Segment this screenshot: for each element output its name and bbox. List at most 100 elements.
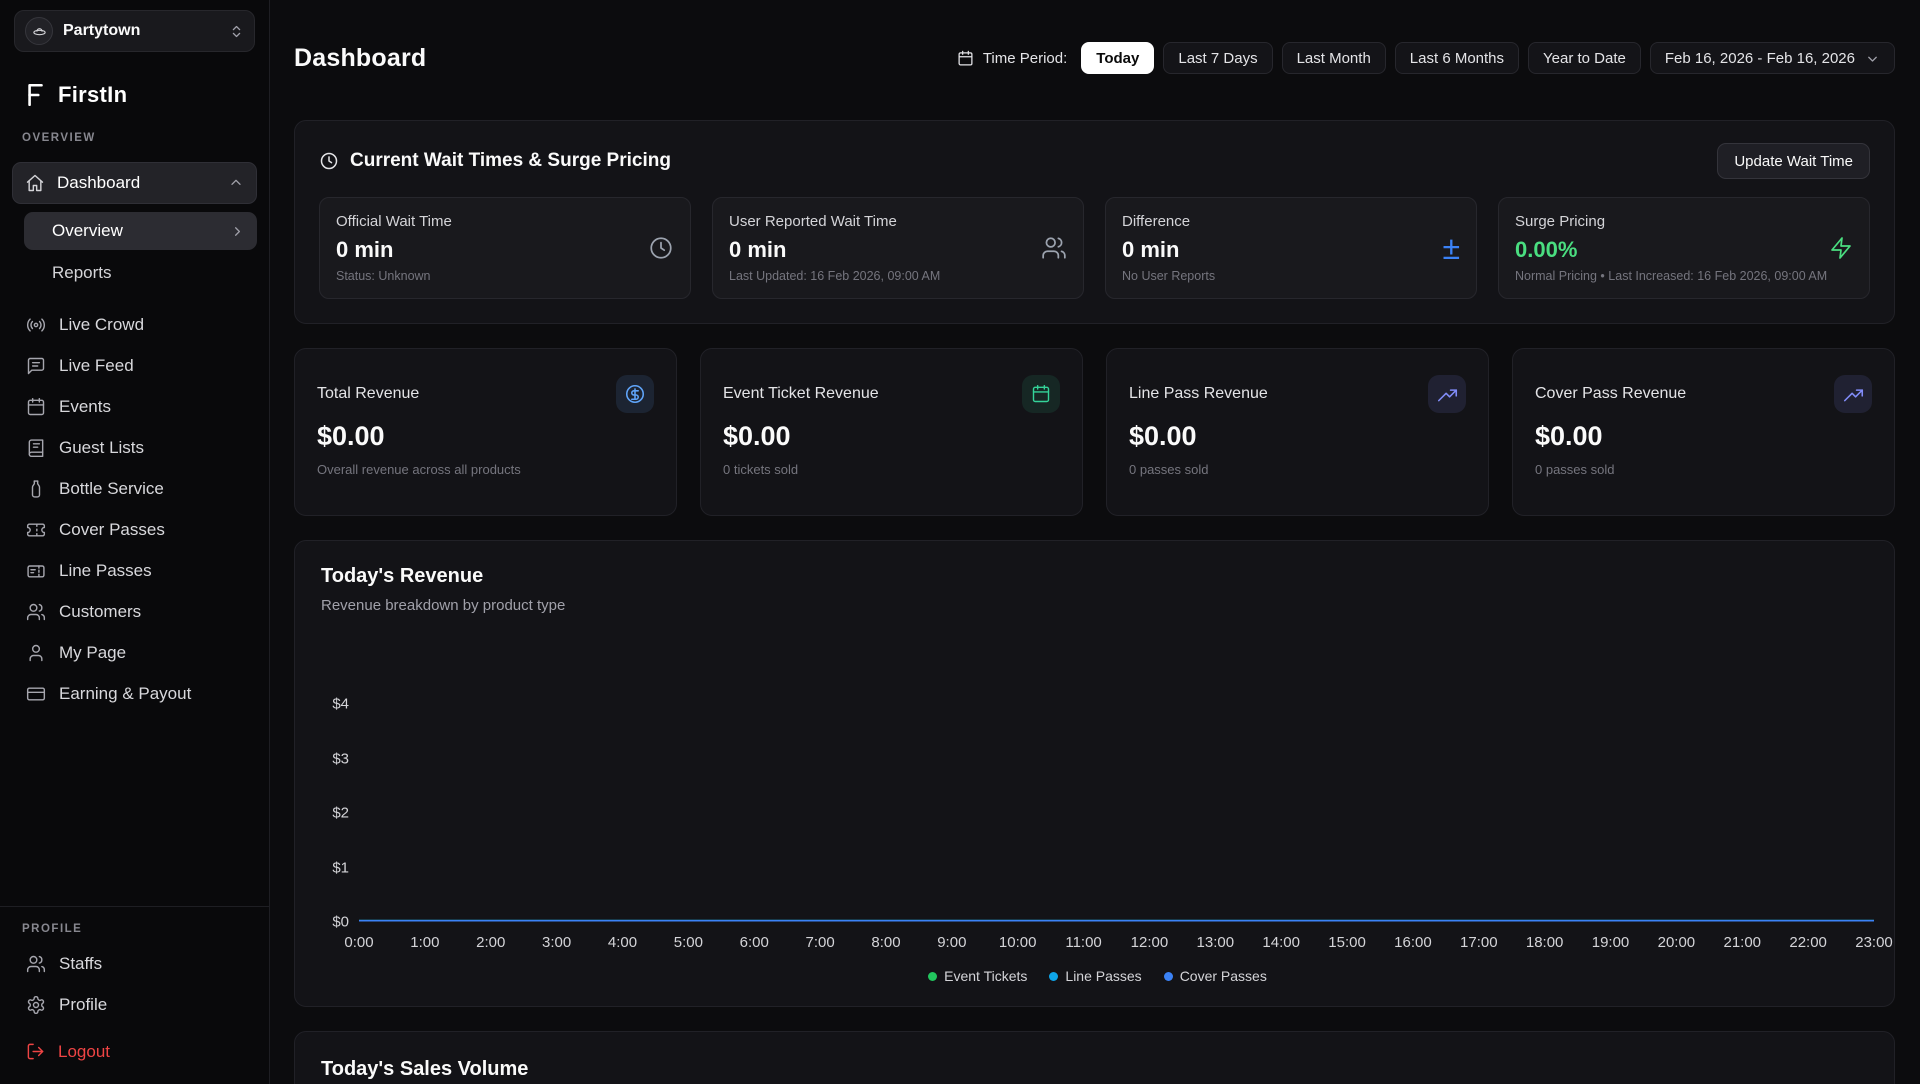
y-tick-label: $2 xyxy=(332,805,349,822)
sidebar-item-label: Cover Passes xyxy=(59,520,165,540)
chevron-up-icon xyxy=(228,175,244,191)
x-tick-label: 11:00 xyxy=(1065,934,1101,951)
x-tick-label: 6:00 xyxy=(740,934,769,951)
sidebar-item-label: Live Feed xyxy=(59,356,134,376)
main-content: Dashboard Time Period: Today Last 7 Days… xyxy=(270,0,1920,1084)
users-icon xyxy=(1041,235,1067,261)
surge-pricing-value: 0.00% xyxy=(1515,237,1853,263)
todays-revenue-panel: Today's Revenue Revenue breakdown by pro… xyxy=(294,540,1895,1007)
legend-item: Cover Passes xyxy=(1164,968,1267,984)
x-tick-label: 15:00 xyxy=(1328,934,1366,951)
chart-title: Today's Revenue xyxy=(321,565,1874,588)
chart-plot-area xyxy=(359,704,1874,922)
difference-value: 0 min xyxy=(1122,237,1460,263)
x-tick-label: 21:00 xyxy=(1723,934,1761,951)
sidebar-item-profile[interactable]: Profile xyxy=(0,984,269,1025)
y-tick-label: $4 xyxy=(332,696,349,713)
sidebar-item-customers[interactable]: Customers xyxy=(0,591,269,632)
x-tick-label: 3:00 xyxy=(542,934,571,951)
legend-label: Event Tickets xyxy=(944,968,1027,984)
sidebar-item-label: Bottle Service xyxy=(59,479,164,499)
sidebar-item-cover-passes[interactable]: Cover Passes xyxy=(0,509,269,550)
house-icon xyxy=(25,173,45,193)
x-tick-label: 20:00 xyxy=(1658,934,1696,951)
line-pass-revenue-card: Line Pass Revenue $0.00 0 passes sold xyxy=(1106,348,1489,516)
sidebar-item-earning-payout[interactable]: Earning & Payout xyxy=(0,673,269,714)
y-tick-label: $0 xyxy=(332,914,349,931)
legend-item: Line Passes xyxy=(1049,968,1141,984)
sidebar-item-live-feed[interactable]: Live Feed xyxy=(0,345,269,386)
x-tick-label: 7:00 xyxy=(805,934,834,951)
sales-volume-title: Today's Sales Volume xyxy=(321,1058,1868,1081)
legend-label: Line Passes xyxy=(1065,968,1141,984)
legend-dot-icon xyxy=(1164,972,1173,981)
logout-icon xyxy=(26,1042,45,1061)
sidebar-item-reports[interactable]: Reports xyxy=(24,254,257,292)
user-reported-wait-time-value: 0 min xyxy=(729,237,1067,263)
lightning-icon xyxy=(1829,236,1853,260)
cover-pass-revenue-card: Cover Pass Revenue $0.00 0 passes sold xyxy=(1512,348,1895,516)
period-button-last-6-months[interactable]: Last 6 Months xyxy=(1395,42,1519,74)
trending-up-icon xyxy=(1834,375,1872,413)
logout-button[interactable]: Logout xyxy=(0,1031,269,1072)
clock-icon xyxy=(648,235,674,261)
x-tick-label: 4:00 xyxy=(608,934,637,951)
sidebar-item-dashboard[interactable]: Dashboard xyxy=(12,162,257,204)
broadcast-icon xyxy=(26,315,46,335)
time-period-controls: Time Period: Today Last 7 Days Last Mont… xyxy=(957,42,1895,74)
x-tick-label: 23:00 xyxy=(1855,934,1893,951)
sidebar-item-label: Events xyxy=(59,397,111,417)
sidebar-item-label: Overview xyxy=(52,221,123,241)
x-tick-label: 12:00 xyxy=(1131,934,1169,951)
sidebar-nav: Live Crowd Live Feed Events Guest Lists … xyxy=(0,304,269,714)
x-tick-label: 16:00 xyxy=(1394,934,1432,951)
x-tick-label: 17:00 xyxy=(1460,934,1498,951)
sidebar-item-staffs[interactable]: Staffs xyxy=(0,943,269,984)
sidebar-item-bottle-service[interactable]: Bottle Service xyxy=(0,468,269,509)
workspace-switcher[interactable]: Partytown xyxy=(14,10,255,52)
total-revenue-value: $0.00 xyxy=(317,421,654,452)
sidebar-item-label: My Page xyxy=(59,643,126,663)
wait-panel-title: Current Wait Times & Surge Pricing xyxy=(319,150,671,172)
period-button-year-to-date[interactable]: Year to Date xyxy=(1528,42,1641,74)
pass-card-icon xyxy=(26,561,46,581)
ticket-icon xyxy=(26,520,46,540)
sidebar-item-label: Guest Lists xyxy=(59,438,144,458)
workspace-logo-icon xyxy=(25,17,53,45)
y-tick-label: $3 xyxy=(332,750,349,767)
line-pass-revenue-value: $0.00 xyxy=(1129,421,1466,452)
calendar-icon xyxy=(1022,375,1060,413)
section-label-overview: OVERVIEW xyxy=(0,108,269,152)
sidebar-item-events[interactable]: Events xyxy=(0,386,269,427)
sidebar-item-guest-lists[interactable]: Guest Lists xyxy=(0,427,269,468)
calendar-icon xyxy=(957,50,974,67)
sidebar-item-live-crowd[interactable]: Live Crowd xyxy=(0,304,269,345)
sidebar-item-label: Profile xyxy=(59,995,107,1015)
x-tick-label: 8:00 xyxy=(871,934,900,951)
date-range-picker[interactable]: Feb 16, 2026 - Feb 16, 2026 xyxy=(1650,42,1895,74)
topbar: Dashboard Time Period: Today Last 7 Days… xyxy=(294,42,1895,74)
sidebar-item-label: Line Passes xyxy=(59,561,152,581)
chevron-up-down-icon xyxy=(229,24,244,39)
brand: FirstIn xyxy=(0,52,269,108)
chevron-right-icon xyxy=(230,224,245,239)
period-button-last-7-days[interactable]: Last 7 Days xyxy=(1163,42,1272,74)
x-tick-label: 22:00 xyxy=(1789,934,1827,951)
update-wait-time-button[interactable]: Update Wait Time xyxy=(1717,143,1870,179)
wait-times-panel: Current Wait Times & Surge Pricing Updat… xyxy=(294,120,1895,324)
sidebar-item-overview[interactable]: Overview xyxy=(24,212,257,250)
message-square-icon xyxy=(26,356,46,376)
dollar-circle-icon xyxy=(616,375,654,413)
page-title: Dashboard xyxy=(294,44,426,73)
user-icon xyxy=(26,643,46,663)
users-icon xyxy=(26,954,46,974)
legend-dot-icon xyxy=(1049,972,1058,981)
period-button-last-month[interactable]: Last Month xyxy=(1282,42,1386,74)
section-label-profile: PROFILE xyxy=(0,907,269,943)
y-tick-label: $1 xyxy=(332,859,349,876)
period-button-today[interactable]: Today xyxy=(1081,42,1154,74)
sidebar-item-my-page[interactable]: My Page xyxy=(0,632,269,673)
x-tick-label: 0:00 xyxy=(344,934,373,951)
revenue-chart: $4$3$2$1$0 xyxy=(321,704,1874,922)
sidebar-item-line-passes[interactable]: Line Passes xyxy=(0,550,269,591)
